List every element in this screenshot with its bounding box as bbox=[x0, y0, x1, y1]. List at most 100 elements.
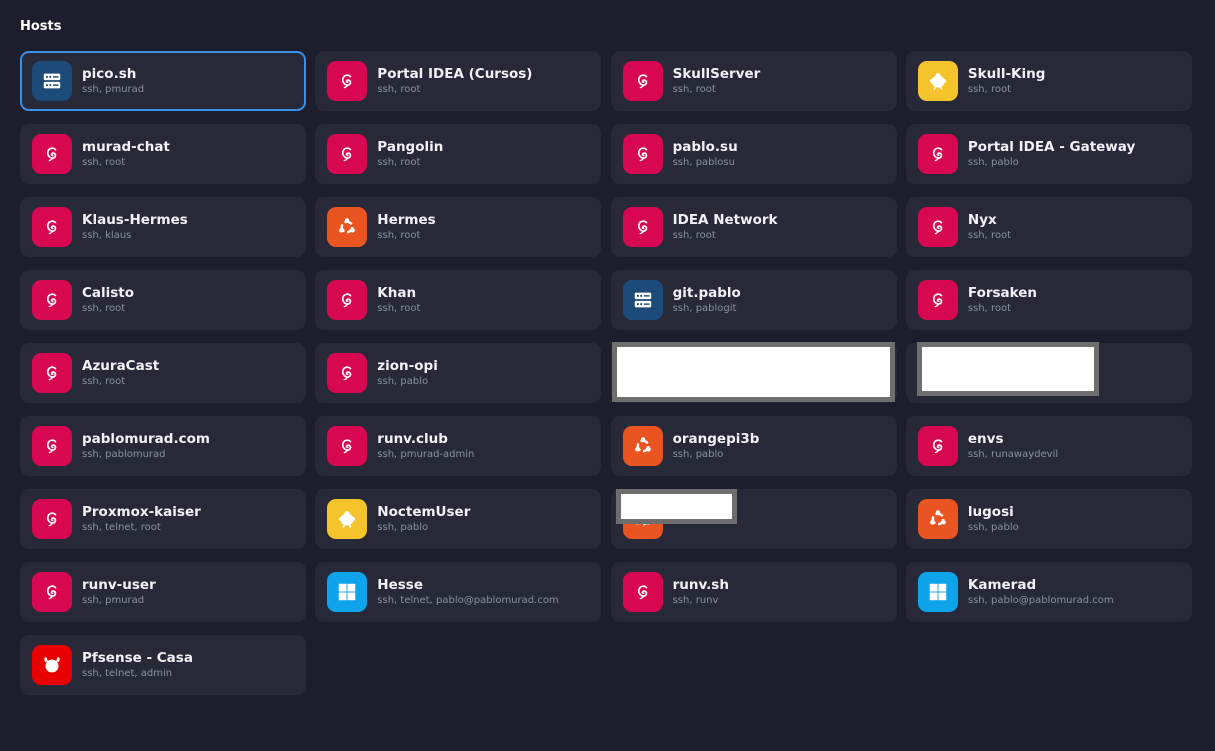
host-card[interactable]: runv-user ssh, pmurad bbox=[20, 562, 306, 622]
debian-icon bbox=[32, 572, 72, 612]
host-protocols: ssh, root bbox=[672, 229, 716, 241]
host-name: murad-chat bbox=[82, 138, 170, 155]
host-protocols: ssh, telnet, pablo@pablomurad.com bbox=[377, 594, 559, 606]
debian-icon bbox=[327, 61, 368, 101]
host-text: pico.sh ssh, pmurad bbox=[82, 66, 144, 97]
host-protocols: ssh, pablosu bbox=[672, 156, 735, 168]
host-card[interactable]: AzuraCast ssh, root bbox=[20, 343, 306, 403]
host-card[interactable]: orangepi3b ssh, pablo bbox=[610, 416, 897, 476]
host-text: Hermes ssh, root bbox=[377, 212, 435, 243]
host-card[interactable]: runv.club ssh, pmurad-admin bbox=[315, 416, 602, 476]
host-protocols: ssh, pmurad-admin bbox=[377, 448, 475, 460]
host-protocols: ssh, telnet, root bbox=[82, 521, 161, 533]
host-name: Hesse bbox=[377, 576, 423, 593]
host-protocols: ssh, root bbox=[377, 156, 421, 168]
host-name: pablo.su bbox=[672, 138, 738, 155]
host-name: Portal IDEA (Cursos) bbox=[377, 65, 533, 82]
host-text: Klaus-Hermes ssh, klaus bbox=[82, 212, 188, 243]
host-card[interactable]: Klaus-Hermes ssh, klaus bbox=[20, 197, 306, 257]
host-text: zion-opi ssh, pablo bbox=[377, 358, 438, 389]
host-name: orangepi3b bbox=[672, 430, 760, 447]
windows-icon bbox=[327, 572, 368, 612]
host-card[interactable]: pablomurad.com ssh, pablomurad bbox=[20, 416, 306, 476]
server-icon bbox=[622, 280, 663, 320]
host-text: AzuraCast ssh, root bbox=[82, 358, 159, 389]
host-text: Pfsense - Casa ssh, telnet, admin bbox=[82, 650, 193, 681]
host-card[interactable]: Pfsense - Casa ssh, telnet, admin bbox=[20, 635, 306, 695]
host-protocols: ssh, root bbox=[82, 302, 126, 314]
host-name: Calisto bbox=[82, 284, 135, 301]
host-card[interactable]: IDEA Network ssh, root bbox=[610, 197, 897, 257]
debian-icon bbox=[32, 499, 72, 539]
host-text: Hesse ssh, telnet, pablo@pablomurad.com bbox=[377, 577, 558, 608]
linux-tux-icon bbox=[327, 499, 368, 539]
host-text: Kamerad ssh, pablo@pablomurad.com bbox=[968, 577, 1114, 608]
host-name: Pfsense - Casa bbox=[82, 649, 193, 666]
host-protocols: ssh, runawaydevil bbox=[967, 448, 1059, 460]
host-card[interactable]: pablo.su ssh, pablosu bbox=[610, 124, 897, 184]
host-card[interactable]: Skull-King ssh, root bbox=[905, 51, 1192, 111]
host-card[interactable]: pico.sh ssh, pmurad bbox=[20, 51, 306, 111]
host-text: Nyx ssh, root bbox=[968, 212, 1011, 243]
debian-icon bbox=[327, 280, 368, 320]
redaction-block bbox=[917, 342, 1099, 396]
host-card[interactable]: NoctemUser ssh, pablo bbox=[315, 489, 602, 549]
debian-icon bbox=[327, 426, 368, 466]
host-card[interactable]: Calisto ssh, root bbox=[20, 270, 306, 330]
host-text: NoctemUser ssh, pablo bbox=[377, 504, 470, 535]
hosts-page: Hosts pico.sh ssh, pmurad Portal IDEA (Cur… bbox=[0, 0, 1215, 751]
host-card[interactable]: Pangolin ssh, root bbox=[315, 124, 602, 184]
host-text: Skull-King ssh, root bbox=[968, 66, 1046, 97]
host-card[interactable]: SkullServer ssh, root bbox=[610, 51, 897, 111]
host-card[interactable]: Khan ssh, root bbox=[315, 270, 602, 330]
host-name: Pangolin bbox=[377, 138, 444, 155]
host-name: Hermes bbox=[377, 211, 436, 228]
host-text: murad-chat ssh, root bbox=[82, 139, 170, 170]
host-card[interactable]: Hesse ssh, telnet, pablo@pablomurad.com bbox=[315, 562, 602, 622]
host-protocols: ssh, pmurad bbox=[82, 594, 145, 606]
host-text: IDEA Network ssh, root bbox=[673, 212, 778, 243]
debian-icon bbox=[917, 426, 958, 466]
host-name: Skull-King bbox=[967, 65, 1046, 82]
host-card[interactable]: Proxmox-kaiser ssh, telnet, root bbox=[20, 489, 306, 549]
ubuntu-icon bbox=[917, 499, 958, 539]
host-card[interactable]: lugosi ssh, pablo bbox=[905, 489, 1192, 549]
host-protocols: ssh, pablo@pablomurad.com bbox=[967, 594, 1114, 606]
host-protocols: ssh, root bbox=[672, 83, 716, 95]
host-card[interactable]: Forsaken ssh, root bbox=[905, 270, 1192, 330]
host-protocols: ssh, runv bbox=[672, 594, 719, 606]
host-text: orangepi3b ssh, pablo bbox=[673, 431, 760, 462]
host-name: AzuraCast bbox=[82, 357, 160, 374]
host-card[interactable]: git.pablo ssh, pablogit bbox=[610, 270, 897, 330]
host-protocols: ssh, root bbox=[377, 83, 421, 95]
host-card[interactable]: Nyx ssh, root bbox=[905, 197, 1192, 257]
host-card[interactable]: murad-chat ssh, root bbox=[20, 124, 306, 184]
host-text: Portal IDEA - Gateway ssh, pablo bbox=[968, 139, 1135, 170]
host-protocols: ssh, pablogit bbox=[672, 302, 737, 314]
debian-icon bbox=[917, 280, 958, 320]
host-text: Khan ssh, root bbox=[377, 285, 420, 316]
host-text: Proxmox-kaiser ssh, telnet, root bbox=[82, 504, 201, 535]
host-name: IDEA Network bbox=[672, 211, 778, 228]
debian-icon bbox=[327, 134, 368, 174]
host-card[interactable]: Portal IDEA (Cursos) ssh, root bbox=[315, 51, 602, 111]
host-protocols: ssh, pmurad bbox=[82, 83, 145, 95]
host-name: pico.sh bbox=[82, 65, 137, 82]
host-name: pablomurad.com bbox=[82, 430, 210, 447]
host-name: runv-user bbox=[82, 576, 156, 593]
host-card[interactable]: runv.sh ssh, runv bbox=[610, 562, 897, 622]
host-text: envs ssh, runawaydevil bbox=[968, 431, 1058, 462]
freebsd-icon bbox=[32, 645, 72, 685]
host-protocols: ssh, root bbox=[377, 302, 421, 314]
windows-icon bbox=[917, 572, 958, 612]
debian-icon bbox=[327, 353, 368, 393]
host-protocols: ssh, root bbox=[967, 302, 1012, 314]
host-card[interactable]: Kamerad ssh, pablo@pablomurad.com bbox=[905, 562, 1192, 622]
host-card[interactable]: Hermes ssh, root bbox=[315, 197, 602, 257]
server-icon bbox=[32, 61, 72, 101]
host-card[interactable]: Portal IDEA - Gateway ssh, pablo bbox=[905, 124, 1192, 184]
host-name: Forsaken bbox=[967, 284, 1038, 301]
host-card[interactable]: zion-opi ssh, pablo bbox=[315, 343, 602, 403]
debian-icon bbox=[32, 207, 72, 247]
host-card[interactable]: envs ssh, runawaydevil bbox=[905, 416, 1192, 476]
